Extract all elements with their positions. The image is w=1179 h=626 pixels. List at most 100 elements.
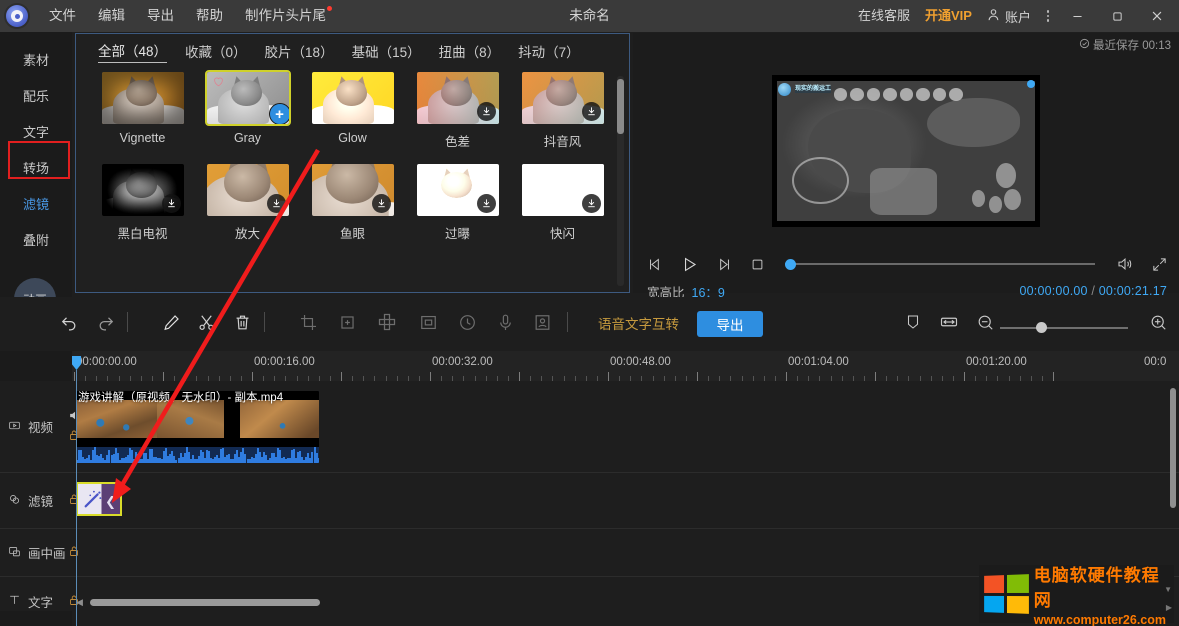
- filter-item[interactable]: 抖音风: [514, 72, 611, 164]
- timeline-ruler[interactable]: 00:00:00.00 00:00:16.00 00:00:32.00 00:0…: [72, 351, 1179, 381]
- download-icon[interactable]: [476, 102, 496, 121]
- ruler-label: 00:0: [1144, 356, 1167, 368]
- redo-button[interactable]: [89, 305, 123, 339]
- timeline-vertical-scrollbar[interactable]: [1170, 388, 1176, 508]
- voice-text-convert-button[interactable]: 语音文字互转: [598, 313, 679, 333]
- filter-item-selected[interactable]: + Gray: [199, 70, 296, 164]
- play-button[interactable]: [679, 254, 699, 274]
- zoom-slider[interactable]: [1000, 322, 1128, 334]
- fit-timeline-button[interactable]: [932, 305, 966, 339]
- tab-favorites[interactable]: 收藏（0）: [185, 41, 247, 61]
- zoom-slider-knob[interactable]: [1036, 322, 1047, 333]
- clip-edge-handle[interactable]: ❮: [105, 494, 116, 510]
- more-vertical-icon[interactable]: [1039, 10, 1057, 22]
- zoom-in-button[interactable]: [1141, 305, 1175, 339]
- filter-label: Vignette: [119, 131, 166, 145]
- favorite-heart-icon[interactable]: [212, 75, 225, 88]
- menu-export[interactable]: 导出: [136, 0, 185, 32]
- text-track-icon: [8, 593, 21, 609]
- filter-item[interactable]: 鱼眼: [304, 164, 401, 256]
- filter-item[interactable]: 快闪: [514, 164, 611, 256]
- filter-clip[interactable]: ❮: [76, 482, 122, 516]
- sidebar-item-filter[interactable]: 滤镜: [0, 188, 72, 222]
- minimize-icon[interactable]: [1057, 0, 1097, 32]
- playback-slider-knob[interactable]: [785, 259, 796, 270]
- tab-shake[interactable]: 抖动（7）: [518, 41, 580, 61]
- record-button[interactable]: [488, 305, 522, 339]
- filter-thumbnail[interactable]: [416, 72, 499, 124]
- sidebar-item-text[interactable]: 文字: [0, 116, 72, 150]
- undo-button[interactable]: [52, 305, 86, 339]
- filter-item[interactable]: 放大: [199, 164, 296, 256]
- scrollbar-thumb[interactable]: [90, 599, 320, 606]
- watermark-caret-icon: ▼: [1164, 585, 1172, 594]
- filter-thumbnail[interactable]: [416, 164, 499, 216]
- filter-item[interactable]: 过曝: [409, 164, 506, 256]
- menu-edit[interactable]: 编辑: [87, 0, 136, 32]
- account-button[interactable]: 账户: [978, 7, 1039, 26]
- speed-button[interactable]: [450, 305, 484, 339]
- open-vip-button[interactable]: 开通VIP: [919, 0, 978, 32]
- filter-thumbnail[interactable]: [101, 164, 184, 216]
- menu-make-intro-outro[interactable]: 制作片头片尾: [234, 0, 337, 32]
- tab-distort[interactable]: 扭曲（8）: [439, 41, 501, 61]
- filter-thumbnail[interactable]: +: [204, 70, 291, 126]
- download-icon[interactable]: [371, 194, 391, 213]
- download-icon[interactable]: [476, 194, 496, 213]
- filter-thumbnail[interactable]: [311, 164, 394, 216]
- download-icon[interactable]: [581, 102, 601, 121]
- fullscreen-icon[interactable]: [1149, 254, 1169, 274]
- split-button[interactable]: [189, 305, 223, 339]
- close-icon[interactable]: [1137, 0, 1177, 32]
- delete-button[interactable]: [225, 305, 259, 339]
- filter-thumbnail[interactable]: [311, 72, 394, 124]
- export-button[interactable]: 导出: [697, 311, 763, 337]
- tab-film[interactable]: 胶片（18）: [265, 41, 334, 61]
- unlock-icon[interactable]: [68, 545, 80, 560]
- volume-icon[interactable]: [1115, 254, 1135, 274]
- sidebar-item-overlay[interactable]: 叠附: [0, 224, 72, 258]
- filter-panel-scrollbar[interactable]: [617, 79, 624, 134]
- save-status-label: 最近保存 00:13: [1093, 40, 1171, 52]
- filter-thumbnail[interactable]: [521, 164, 604, 216]
- download-icon[interactable]: [581, 194, 601, 213]
- filter-item[interactable]: Glow: [304, 72, 401, 164]
- account-label: 账户: [1004, 9, 1031, 25]
- add-filter-icon[interactable]: +: [268, 103, 289, 124]
- filter-thumbnail[interactable]: [206, 164, 289, 216]
- edit-button[interactable]: [154, 305, 188, 339]
- filter-item[interactable]: 黑白电视: [94, 164, 191, 256]
- zoom-out-button[interactable]: [968, 305, 1002, 339]
- filter-item[interactable]: Vignette: [94, 72, 191, 164]
- current-time: 00:00:00.00: [1019, 284, 1088, 298]
- download-icon[interactable]: [161, 194, 181, 213]
- ruler-label: 00:00:32.00: [432, 356, 493, 368]
- mosaic-button[interactable]: [370, 305, 404, 339]
- filter-item[interactable]: 色差: [409, 72, 506, 164]
- filter-thumbnail[interactable]: [101, 72, 184, 124]
- keyframe-button[interactable]: [330, 305, 364, 339]
- tab-all[interactable]: 全部（48）: [98, 40, 168, 63]
- online-support-link[interactable]: 在线客服: [849, 0, 919, 32]
- sidebar-item-material[interactable]: 素材: [0, 44, 72, 78]
- marker-button[interactable]: [896, 305, 930, 339]
- stop-button[interactable]: [747, 254, 767, 274]
- preview-close-dot-icon[interactable]: [1027, 80, 1035, 88]
- scroll-left-icon[interactable]: ◀: [76, 597, 83, 608]
- sidebar-item-music[interactable]: 配乐: [0, 80, 72, 114]
- video-preview-stage[interactable]: 现实的搬运工: [772, 75, 1040, 227]
- maximize-icon[interactable]: [1097, 0, 1137, 32]
- filter-thumbnail[interactable]: [521, 72, 604, 124]
- sidebar-item-transition[interactable]: 转场: [0, 152, 72, 186]
- video-clip[interactable]: 游戏讲解（原视频、无水印）- 副本.mp4: [76, 391, 319, 463]
- download-icon[interactable]: [266, 194, 286, 213]
- cutout-button[interactable]: [525, 305, 559, 339]
- next-frame-button[interactable]: [713, 254, 733, 274]
- tab-basic[interactable]: 基础（15）: [352, 41, 421, 61]
- menu-help[interactable]: 帮助: [185, 0, 234, 32]
- prev-frame-button[interactable]: [645, 254, 665, 274]
- pip-button[interactable]: [411, 305, 445, 339]
- crop-button[interactable]: [291, 305, 325, 339]
- menu-file[interactable]: 文件: [38, 0, 87, 32]
- playback-slider[interactable]: [785, 257, 1095, 271]
